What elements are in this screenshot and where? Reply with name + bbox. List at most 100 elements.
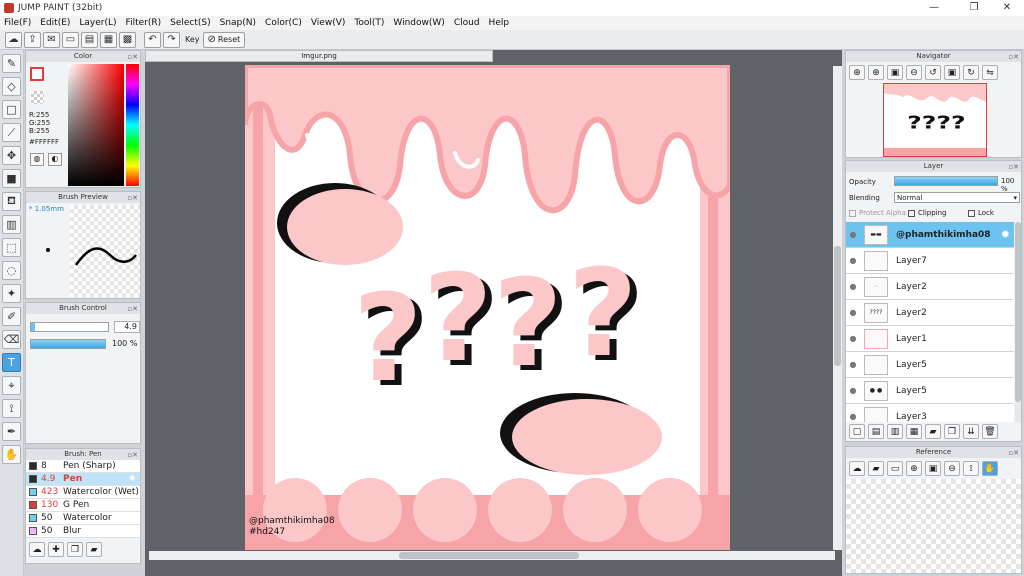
new-8bit-layer-icon[interactable]: ▤ [868, 424, 884, 439]
saturation-value-field[interactable] [68, 64, 124, 186]
merge-layer-icon[interactable]: ⇊ [963, 424, 979, 439]
redo-icon[interactable]: ↷ [163, 31, 180, 48]
monitor-icon[interactable]: ▭ [62, 31, 79, 48]
bucket-tool-icon[interactable]: ⛾ [2, 192, 21, 211]
reference-open-icon[interactable]: ▰ [868, 461, 884, 476]
artwork-canvas[interactable]: ?? ?? ?? ?? @phamthikimha08 #hd247 [245, 65, 730, 550]
reference-fit-icon[interactable]: ▣ [925, 461, 941, 476]
brush-folder-icon[interactable]: ▰ [86, 542, 102, 557]
brush-item[interactable]: 130 G Pen [26, 499, 140, 512]
brush-copy-icon[interactable]: ❐ [67, 542, 83, 557]
menu-layer[interactable]: Layer(L) [79, 18, 116, 28]
layer-row[interactable]: ●???? Layer2 [846, 300, 1014, 326]
select-rect-tool-icon[interactable]: ⬚ [2, 238, 21, 257]
menu-edit[interactable]: Edit(E) [40, 18, 70, 28]
reference-zoom-out-icon[interactable]: ⊖ [944, 461, 960, 476]
protect-alpha-option[interactable]: Protect Alpha [849, 209, 906, 217]
document-tab[interactable]: Imgur.png [145, 50, 493, 62]
menu-window[interactable]: Window(W) [393, 18, 444, 28]
transparent-color-swatch[interactable] [31, 91, 44, 104]
eye-icon[interactable]: ● [846, 308, 860, 317]
reference-hand-icon[interactable]: ✋ [982, 461, 998, 476]
layer-row-selected[interactable]: ● ▬▬ @phamthikimha08 ✹ [846, 222, 1014, 248]
folder-icon[interactable]: ▰ [925, 424, 941, 439]
gradient-tool-icon[interactable]: ▥ [2, 215, 21, 234]
flip-icon[interactable]: ⇋ [982, 65, 998, 80]
zoom-in-icon[interactable]: ⊕ [868, 65, 884, 80]
eye-icon[interactable]: ● [846, 386, 860, 395]
panel-window-icon[interactable]: ▫✕ [127, 193, 138, 204]
menu-view[interactable]: View(V) [311, 18, 346, 28]
select-pen-tool-icon[interactable]: ✐ [2, 307, 21, 326]
fill-shape-tool-icon[interactable]: ■ [2, 169, 21, 188]
vertical-scrollbar[interactable] [833, 66, 842, 550]
eye-icon[interactable]: ● [846, 256, 860, 265]
grid-icon[interactable]: ▩ [119, 31, 136, 48]
rotate-left-icon[interactable]: ↺ [925, 65, 941, 80]
pen-nib-tool-icon[interactable]: ✒ [2, 422, 21, 441]
cloud-icon[interactable]: ☁ [5, 31, 22, 48]
eye-icon[interactable]: ● [846, 334, 860, 343]
clipping-option[interactable]: Clipping [908, 209, 947, 217]
brush-item[interactable]: 50 Watercolor [26, 512, 140, 525]
menu-file[interactable]: File(F) [4, 18, 31, 28]
layer-row[interactable]: ● ● ● Layer5 [846, 378, 1014, 404]
layer-scroll-thumb[interactable] [1015, 222, 1021, 402]
rectangle-tool-icon[interactable]: □ [2, 100, 21, 119]
layer-opacity-slider[interactable] [894, 176, 998, 186]
eraser-tool-icon[interactable]: ◇ [2, 77, 21, 96]
color-history-icon[interactable]: ◐ [48, 153, 62, 166]
reference-cloud-icon[interactable]: ☁ [849, 461, 865, 476]
menu-tool[interactable]: Tool(T) [354, 18, 384, 28]
brush-item[interactable]: 8 Pen (Sharp) [26, 460, 140, 473]
reference-zoom-in-icon[interactable]: ⊕ [906, 461, 922, 476]
panel-window-icon[interactable]: ▫✕ [1008, 52, 1019, 63]
layer-row[interactable]: ● ~ Layer2 [846, 274, 1014, 300]
operation-tool-icon[interactable]: ⌖ [2, 376, 21, 395]
menu-select[interactable]: Select(S) [170, 18, 211, 28]
menu-snap[interactable]: Snap(N) [220, 18, 256, 28]
hand-tool-icon[interactable]: ✋ [2, 445, 21, 464]
gear-icon[interactable]: ✹ [128, 474, 136, 484]
trash-icon[interactable]: 🗑 [982, 424, 998, 439]
panel-window-icon[interactable]: ▫✕ [127, 52, 138, 63]
horizontal-scrollbar[interactable] [149, 551, 835, 560]
brush-item[interactable]: 50 Blur [26, 525, 140, 538]
close-button[interactable]: ✕ [990, 0, 1024, 16]
select-eraser-tool-icon[interactable]: ⌫ [2, 330, 21, 349]
brush-opacity-slider[interactable] [30, 339, 106, 349]
comment-icon[interactable]: ✉ [43, 31, 60, 48]
duplicate-layer-icon[interactable]: ❐ [944, 424, 960, 439]
brush-tool-icon[interactable]: ✎ [2, 54, 21, 73]
brush-cloud-icon[interactable]: ☁ [29, 542, 45, 557]
line-tool-icon[interactable]: ⟋ [2, 123, 21, 142]
reset-button[interactable]: ⊘ Reset [202, 31, 246, 48]
new-layer-icon[interactable]: ▢ [849, 424, 865, 439]
share-icon[interactable]: ⇪ [24, 31, 41, 48]
reset-view-icon[interactable]: ▣ [944, 65, 960, 80]
layer-row[interactable]: ● Layer1 [846, 326, 1014, 352]
eye-icon[interactable]: ● [846, 282, 860, 291]
zoom-actual-icon[interactable]: ▣ [887, 65, 903, 80]
document-icon[interactable]: ▤ [81, 31, 98, 48]
lock-option[interactable]: Lock [968, 209, 994, 217]
eyedropper-tool-icon[interactable]: ⟟ [2, 399, 21, 418]
vertical-scroll-thumb[interactable] [834, 246, 841, 366]
add-layer-menu-icon[interactable]: ▦ [906, 424, 922, 439]
new-1bit-layer-icon[interactable]: ▥ [887, 424, 903, 439]
menu-help[interactable]: Help [489, 18, 510, 28]
panel-window-icon[interactable]: ▫✕ [127, 450, 138, 461]
panel-window-icon[interactable]: ▫✕ [1008, 448, 1019, 459]
layer-row[interactable]: ● Layer5 [846, 352, 1014, 378]
maximize-button[interactable]: ❐ [957, 0, 991, 16]
reference-display-icon[interactable]: ▭ [887, 461, 903, 476]
menu-cloud[interactable]: Cloud [454, 18, 480, 28]
brush-item[interactable]: 423 Watercolor (Wet) [26, 486, 140, 499]
undo-icon[interactable]: ↶ [144, 31, 161, 48]
reference-canvas[interactable] [846, 479, 1021, 573]
layer-row[interactable]: ● Layer3 [846, 404, 1014, 422]
zoom-fit-icon[interactable]: ⊕ [849, 65, 865, 80]
brush-item-selected[interactable]: 4.9 Pen ✹ [26, 473, 140, 486]
minimize-button[interactable]: — [917, 0, 951, 16]
text-tool-icon[interactable]: T [2, 353, 21, 372]
